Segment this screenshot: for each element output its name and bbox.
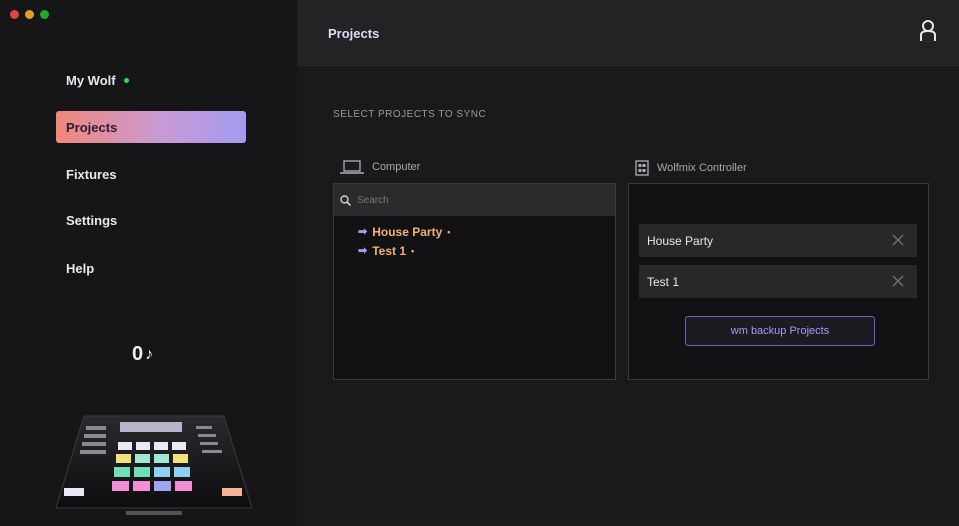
section-title: SELECT PROJECTS TO SYNC <box>333 109 487 120</box>
project-name: House Party <box>647 233 714 248</box>
connection-status-icon <box>123 77 129 83</box>
close-window-button[interactable] <box>10 10 19 19</box>
list-item[interactable]: ➡ House Party • <box>358 222 615 241</box>
user-account-icon[interactable] <box>919 20 937 42</box>
project-name: Test 1 <box>372 243 407 258</box>
computer-panel-title: Computer <box>372 161 421 173</box>
close-icon[interactable] <box>891 274 905 288</box>
project-name: House Party <box>372 224 443 239</box>
list-item: Test 1 <box>639 265 917 298</box>
device-panel-header: Wolfmix Controller <box>635 160 747 176</box>
computer-panel-header: Computer <box>340 160 420 174</box>
device-panel-title: Wolfmix Controller <box>657 162 747 174</box>
sidebar-item-label: My Wolf <box>66 72 116 88</box>
list-item[interactable]: ➡ Test 1 • <box>358 241 615 260</box>
music-note-icon: ♪ <box>145 345 154 363</box>
sidebar-item-label: Fixtures <box>66 166 117 182</box>
backup-projects-button[interactable]: wm backup Projects <box>685 316 875 346</box>
header-bar: Projects <box>297 0 959 66</box>
window-controls <box>10 10 49 19</box>
zoom-window-button[interactable] <box>40 10 49 19</box>
close-icon[interactable] <box>891 233 905 247</box>
project-name: Test 1 <box>647 274 680 289</box>
counter-value: 0 <box>132 343 144 365</box>
minimize-window-button[interactable] <box>25 10 34 19</box>
sidebar-item-help[interactable]: Help <box>56 252 246 284</box>
sidebar-item-my-wolf[interactable]: My Wolf <box>56 64 246 96</box>
computer-projects-panel: Search ➡ House Party • ➡ Test 1 • <box>333 183 616 380</box>
controller-icon <box>635 160 649 176</box>
project-marker: • <box>411 245 415 256</box>
sidebar: My Wolf Projects Fixtures Settings Help … <box>0 0 297 526</box>
project-marker: • <box>447 226 451 237</box>
search-icon <box>340 194 351 206</box>
sync-arrow-icon: ➡ <box>358 245 368 257</box>
search-placeholder: Search <box>357 194 389 206</box>
sidebar-item-settings[interactable]: Settings <box>56 204 246 236</box>
activity-counter: 0 ♪ <box>132 343 153 366</box>
search-input[interactable]: Search <box>334 184 615 216</box>
device-projects-panel: House Party Test 1 wm backup Projects <box>628 183 929 380</box>
laptop-icon <box>340 160 364 174</box>
sidebar-item-label: Help <box>66 260 95 276</box>
computer-project-list: ➡ House Party • ➡ Test 1 • <box>334 216 615 260</box>
sidebar-item-label: Projects <box>66 119 118 135</box>
page-title: Projects <box>328 26 380 41</box>
controller-device-image <box>56 415 252 515</box>
sidebar-item-label: Settings <box>66 212 118 228</box>
sidebar-item-projects[interactable]: Projects <box>56 111 246 143</box>
sync-arrow-icon: ➡ <box>358 226 368 238</box>
sidebar-item-fixtures[interactable]: Fixtures <box>56 158 246 190</box>
list-item: House Party <box>639 224 917 257</box>
